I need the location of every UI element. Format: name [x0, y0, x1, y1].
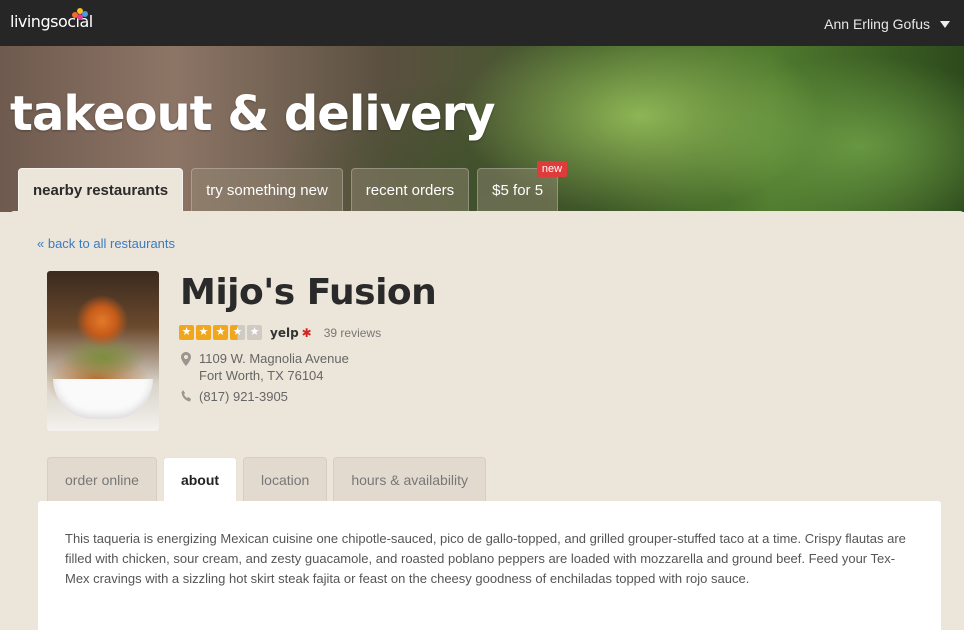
about-section: This taqueria is energizing Mexican cuis…	[38, 501, 941, 630]
star-empty-icon: ★	[247, 325, 262, 340]
restaurant-name: Mijo's Fusion	[180, 272, 437, 313]
tab-label: about	[180, 471, 220, 488]
star-icon: ★	[213, 325, 228, 340]
tab-label: recent orders	[365, 182, 455, 199]
tab-order-online[interactable]: order online	[47, 457, 157, 501]
address-line-1: 1109 W. Magnolia Avenue	[199, 351, 349, 366]
bowl-shape	[53, 379, 153, 419]
back-to-restaurants-link[interactable]: « back to all restaurants	[37, 236, 175, 251]
tab-label: nearby restaurants	[33, 182, 169, 199]
restaurant-photo	[47, 271, 159, 431]
tab-try-something-new[interactable]: try something new	[191, 168, 343, 212]
address-line-2: Fort Worth, TX 76104	[199, 368, 324, 383]
phone-number[interactable]: (817) 921-3905	[199, 389, 288, 404]
tab-label: location	[261, 471, 310, 488]
phone-icon	[181, 390, 191, 402]
logo-dots-icon	[72, 8, 88, 20]
yelp-logo: yelp	[270, 325, 299, 340]
tab-label: $5 for 5	[492, 182, 544, 199]
rating-row: ★ ★ ★ ★ ★ yelp ✱ 39 reviews	[179, 325, 381, 340]
tab-5-for-5[interactable]: $5 for 5 new	[477, 161, 568, 212]
tab-label: hours & availability	[351, 471, 469, 488]
star-icon: ★	[196, 325, 211, 340]
main-tabs: nearby restaurants try something new rec…	[18, 161, 568, 212]
tab-hours-availability[interactable]: hours & availability	[333, 457, 487, 501]
user-menu[interactable]: Ann Erling Gofus	[824, 16, 950, 32]
restaurant-tabs: order online about location hours & avai…	[47, 457, 487, 501]
map-pin-icon	[181, 352, 191, 366]
tab-nearby-restaurants[interactable]: nearby restaurants	[18, 168, 184, 212]
tab-label: try something new	[206, 182, 328, 199]
tab-recent-orders[interactable]: recent orders	[350, 168, 470, 212]
tab-about[interactable]: about	[162, 457, 238, 501]
review-count[interactable]: 39 reviews	[324, 326, 381, 340]
yelp-burst-icon: ✱	[301, 325, 312, 340]
about-description: This taqueria is energizing Mexican cuis…	[65, 531, 906, 586]
star-icon: ★	[179, 325, 194, 340]
caret-down-icon	[940, 20, 950, 28]
star-half-icon: ★	[230, 325, 245, 340]
tab-location[interactable]: location	[243, 457, 328, 501]
page-title: takeout & delivery	[10, 86, 496, 142]
tab-label: order online	[65, 471, 139, 488]
user-name: Ann Erling Gofus	[824, 16, 930, 32]
new-badge: new	[536, 161, 568, 177]
top-bar: livingsocial Ann Erling Gofus	[0, 0, 964, 46]
